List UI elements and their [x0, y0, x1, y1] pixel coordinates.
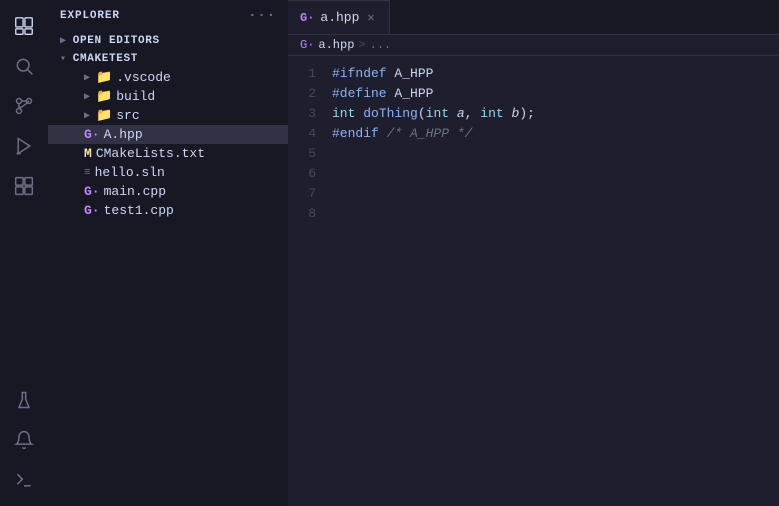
sidebar-item-maincpp[interactable]: G· main.cpp	[48, 182, 288, 201]
breadcrumb-file: a.hpp	[318, 38, 354, 52]
flask-icon[interactable]	[6, 382, 42, 418]
code-content[interactable]: #ifndef A_HPP #define A_HPP int doThing(…	[328, 64, 779, 498]
tab-close-button[interactable]: ✕	[365, 9, 376, 26]
sidebar-item-ahpp[interactable]: G· A.hpp	[48, 125, 288, 144]
m-icon-cmake: M	[84, 146, 92, 161]
source-control-icon[interactable]	[6, 88, 42, 124]
sidebar-item-vscode[interactable]: ▶ 📁 .vscode	[48, 68, 288, 87]
sidebar-item-test1cpp[interactable]: G· test1.cpp	[48, 201, 288, 220]
folder-icon-vscode: 📁	[96, 70, 112, 85]
extensions-icon[interactable]	[6, 168, 42, 204]
bell-icon[interactable]	[6, 422, 42, 458]
g-icon-test1: G·	[84, 203, 100, 218]
code-line-4: int doThing(int a, int b);	[332, 104, 779, 124]
file-tree: ▶ OPEN EDITORS ▾ CMAKETEST ▶ 📁 .vscode ▶…	[48, 32, 288, 506]
breadcrumb-separator: >	[358, 38, 365, 52]
code-line-7: #endif /* A_HPP */	[332, 124, 779, 144]
cmaketest-chevron: ▾	[60, 53, 67, 65]
files-icon[interactable]	[6, 8, 42, 44]
activity-bar	[0, 0, 48, 506]
cmaketest-section[interactable]: ▾ CMAKETEST	[48, 50, 288, 68]
g-icon-main: G·	[84, 184, 100, 199]
editor-area: G· a.hpp ✕ G· a.hpp > ... 1 2 3 4 5 6 7 …	[288, 0, 779, 506]
sidebar-item-src[interactable]: ▶ 📁 src	[48, 106, 288, 125]
sidebar-item-build[interactable]: ▶ 📁 build	[48, 87, 288, 106]
line-numbers: 1 2 3 4 5 6 7 8	[288, 64, 328, 498]
sidebar: EXPLORER ··· ▶ OPEN EDITORS ▾ CMAKETEST …	[48, 0, 288, 506]
breadcrumb: G· a.hpp > ...	[288, 35, 779, 56]
sidebar-item-cmakelists[interactable]: M CMakeLists.txt	[48, 144, 288, 163]
sln-icon-hello: ≡	[84, 167, 91, 179]
sidebar-title: EXPLORER ···	[48, 0, 288, 32]
run-debug-icon[interactable]	[6, 128, 42, 164]
tab-label: a.hpp	[320, 10, 359, 25]
breadcrumb-g-icon: G·	[300, 38, 314, 52]
tab-ahpp[interactable]: G· a.hpp ✕	[288, 0, 390, 34]
search-icon[interactable]	[6, 48, 42, 84]
more-actions-icon[interactable]: ···	[248, 8, 276, 24]
code-line-1: #ifndef A_HPP	[332, 64, 779, 84]
tab-bar: G· a.hpp ✕	[288, 0, 779, 35]
sidebar-item-hellosln[interactable]: ≡ hello.sln	[48, 163, 288, 182]
code-editor[interactable]: 1 2 3 4 5 6 7 8 #ifndef A_HPP #define A_…	[288, 56, 779, 506]
terminal-icon[interactable]	[6, 462, 42, 498]
folder-icon-src: 📁	[96, 108, 112, 123]
open-editors-chevron: ▶	[60, 35, 67, 47]
g-icon-ahpp: G·	[84, 127, 100, 142]
code-line-2: #define A_HPP	[332, 84, 779, 104]
breadcrumb-context: ...	[370, 38, 392, 52]
folder-icon-build: 📁	[96, 89, 112, 104]
tab-g-icon: G·	[300, 11, 314, 25]
open-editors-section[interactable]: ▶ OPEN EDITORS	[48, 32, 288, 50]
